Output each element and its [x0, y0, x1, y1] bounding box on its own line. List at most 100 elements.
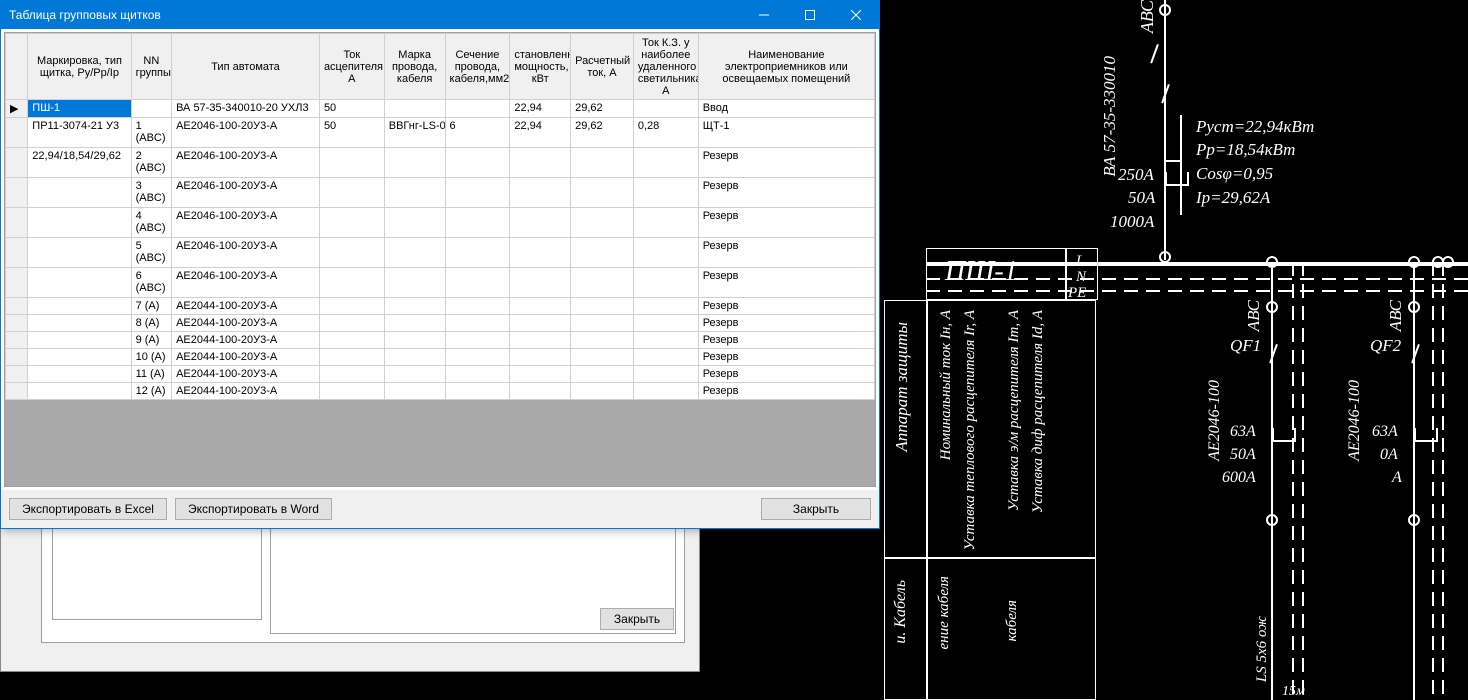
cell-mark[interactable]: [28, 238, 131, 268]
table-row[interactable]: 12 (A)АЕ2044-100-20У3-АРезерв: [6, 383, 875, 400]
cell-sech[interactable]: [445, 332, 510, 349]
cell-type[interactable]: АЕ2044-100-20У3-А: [172, 332, 320, 349]
table-row[interactable]: 7 (A)АЕ2044-100-20У3-АРезерв: [6, 298, 875, 315]
cell-type[interactable]: АЕ2044-100-20У3-А: [172, 366, 320, 383]
row-header[interactable]: [6, 208, 28, 238]
cell-marka[interactable]: [384, 366, 445, 383]
cell-sech[interactable]: [445, 298, 510, 315]
col-type[interactable]: Тип автомата: [172, 34, 320, 100]
table-row[interactable]: 6 (ABC)АЕ2046-100-20У3-АРезерв: [6, 268, 875, 298]
titlebar[interactable]: Таблица групповых щитков: [1, 1, 879, 29]
minimize-button[interactable]: [741, 1, 787, 29]
cell-tok[interactable]: [319, 148, 384, 178]
cell-ust[interactable]: [510, 383, 571, 400]
cell-tok[interactable]: [319, 178, 384, 208]
cell-marka[interactable]: [384, 208, 445, 238]
cell-kz[interactable]: [633, 208, 698, 238]
cell-nn[interactable]: 12 (A): [131, 383, 172, 400]
cell-sech[interactable]: [445, 315, 510, 332]
cell-kz[interactable]: [633, 268, 698, 298]
cell-sech[interactable]: [445, 268, 510, 298]
cell-mark[interactable]: ПШ-1: [28, 100, 131, 118]
col-nn[interactable]: NN группы: [131, 34, 172, 100]
cell-rasch[interactable]: [571, 383, 634, 400]
col-mark[interactable]: Маркировка, тип щитка, Ру/Рр/Iр: [28, 34, 131, 100]
row-header[interactable]: [6, 332, 28, 349]
cell-sech[interactable]: [445, 238, 510, 268]
cell-nn[interactable]: 3 (ABC): [131, 178, 172, 208]
col-kz[interactable]: Ток К.З. у наиболее удаленного cветильни…: [633, 34, 698, 100]
table-row[interactable]: ▶ПШ-1ВА 57-35-340010-20 УХЛ35022,9429,62…: [6, 100, 875, 118]
modal-close-button[interactable]: Закрыть: [761, 498, 871, 520]
cell-kz[interactable]: [633, 332, 698, 349]
cell-rasch[interactable]: [571, 332, 634, 349]
cell-kz[interactable]: [633, 148, 698, 178]
cell-naim[interactable]: Ввод: [698, 100, 874, 118]
cell-rasch[interactable]: [571, 366, 634, 383]
cell-naim[interactable]: Резерв: [698, 366, 874, 383]
cell-nn[interactable]: 2 (ABC): [131, 148, 172, 178]
cell-ust[interactable]: [510, 238, 571, 268]
cell-rasch[interactable]: [571, 208, 634, 238]
row-header[interactable]: [6, 298, 28, 315]
cell-mark[interactable]: [28, 383, 131, 400]
cell-nn[interactable]: 9 (A): [131, 332, 172, 349]
cell-marka[interactable]: [384, 178, 445, 208]
cell-ust[interactable]: [510, 178, 571, 208]
export-word-button[interactable]: Экспортировать в Word: [175, 498, 332, 520]
cell-kz[interactable]: [633, 100, 698, 118]
cell-type[interactable]: АЕ2044-100-20У3-А: [172, 383, 320, 400]
cell-naim[interactable]: Резерв: [698, 298, 874, 315]
cell-sech[interactable]: [445, 349, 510, 366]
cell-rasch[interactable]: [571, 268, 634, 298]
cell-kz[interactable]: [633, 298, 698, 315]
cell-sech[interactable]: [445, 208, 510, 238]
cell-ust[interactable]: [510, 298, 571, 315]
cell-tok[interactable]: [319, 238, 384, 268]
cell-rasch[interactable]: [571, 148, 634, 178]
cell-tok[interactable]: [319, 315, 384, 332]
cell-nn[interactable]: [131, 100, 172, 118]
cell-nn[interactable]: 4 (ABC): [131, 208, 172, 238]
cell-mark[interactable]: [28, 366, 131, 383]
cell-nn[interactable]: 5 (ABC): [131, 238, 172, 268]
cell-ust[interactable]: [510, 332, 571, 349]
cell-rasch[interactable]: [571, 178, 634, 208]
cell-mark[interactable]: [28, 349, 131, 366]
table-row[interactable]: 4 (ABC)АЕ2046-100-20У3-АРезерв: [6, 208, 875, 238]
cell-mark[interactable]: [28, 268, 131, 298]
cell-mark[interactable]: 22,94/18,54/29,62: [28, 148, 131, 178]
cell-sech[interactable]: [445, 100, 510, 118]
cell-ust[interactable]: [510, 148, 571, 178]
row-header[interactable]: [6, 366, 28, 383]
cell-nn[interactable]: 6 (ABC): [131, 268, 172, 298]
cell-ust[interactable]: [510, 366, 571, 383]
row-header[interactable]: [6, 178, 28, 208]
cell-mark[interactable]: [28, 315, 131, 332]
row-header[interactable]: [6, 238, 28, 268]
cell-kz[interactable]: [633, 366, 698, 383]
cell-kz[interactable]: [633, 383, 698, 400]
cell-kz[interactable]: [633, 178, 698, 208]
row-header[interactable]: [6, 383, 28, 400]
cell-rasch[interactable]: 29,62: [571, 100, 634, 118]
table-row[interactable]: 22,94/18,54/29,622 (ABC)АЕ2046-100-20У3-…: [6, 148, 875, 178]
cell-ust[interactable]: [510, 268, 571, 298]
parent-close-button[interactable]: Закрыть: [600, 608, 674, 630]
cell-kz[interactable]: [633, 238, 698, 268]
cell-nn[interactable]: 8 (A): [131, 315, 172, 332]
cell-naim[interactable]: Резерв: [698, 332, 874, 349]
table-row[interactable]: 11 (A)АЕ2044-100-20У3-АРезерв: [6, 366, 875, 383]
cell-nn[interactable]: 7 (A): [131, 298, 172, 315]
cell-kz[interactable]: [633, 315, 698, 332]
col-marka[interactable]: Марка провода, кабеля: [384, 34, 445, 100]
cell-marka[interactable]: [384, 298, 445, 315]
cell-marka[interactable]: [384, 315, 445, 332]
cell-type[interactable]: АЕ2046-100-20У3-А: [172, 238, 320, 268]
table-row[interactable]: 3 (ABC)АЕ2046-100-20У3-АРезерв: [6, 178, 875, 208]
table-row[interactable]: 10 (A)АЕ2044-100-20У3-АРезерв: [6, 349, 875, 366]
table-row[interactable]: 8 (A)АЕ2044-100-20У3-АРезерв: [6, 315, 875, 332]
col-ust[interactable]: cтановленна мощность, кВт: [510, 34, 571, 100]
cell-marka[interactable]: [384, 268, 445, 298]
cell-tok[interactable]: [319, 366, 384, 383]
